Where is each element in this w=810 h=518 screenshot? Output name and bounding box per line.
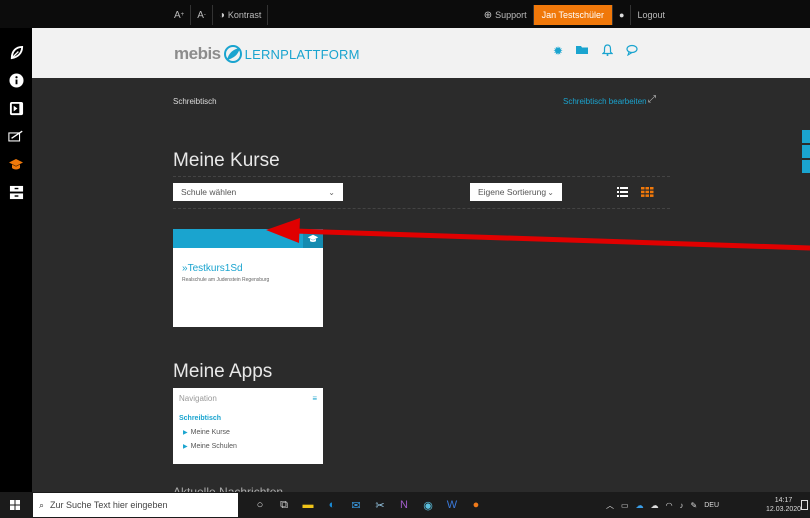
language-indicator[interactable]: DEU — [704, 502, 719, 509]
cortana-icon[interactable]: ○ — [250, 495, 270, 515]
pen-icon[interactable]: ✎ — [691, 501, 698, 510]
mail-icon[interactable]: ✉ — [346, 495, 366, 515]
clock-date: 12.03.2020 — [766, 506, 802, 513]
battery-icon[interactable]: ▭ — [621, 501, 629, 510]
wifi-icon[interactable]: ◠ — [666, 501, 673, 510]
search-icon: ⌕ — [39, 499, 45, 510]
cloud-icon[interactable]: ☁ — [651, 501, 659, 510]
clock-time: 14:17 — [774, 497, 793, 504]
system-tray: ︿ ▭ ☁ ☁ ◠ ♪ ✎ DEU — [606, 500, 719, 511]
windows-taskbar: ⌕ Zur Suche Text hier eingeben ○ ⧉ ▬ ◐ ✉… — [0, 492, 810, 518]
arrow-head — [266, 218, 300, 243]
tray-expand-icon[interactable]: ︿ — [606, 500, 614, 511]
onedrive-icon[interactable]: ☁ — [636, 501, 644, 510]
windows-start-icon[interactable] — [10, 500, 20, 510]
word-icon[interactable]: W — [442, 495, 462, 515]
volume-icon[interactable]: ♪ — [680, 501, 684, 510]
snip-icon[interactable]: ✂ — [370, 495, 390, 515]
annotation-arrow — [266, 218, 810, 251]
edge-icon[interactable]: ◐ — [322, 495, 342, 515]
taskbar-search[interactable]: ⌕ Zur Suche Text hier eingeben — [33, 493, 238, 517]
camera-icon[interactable]: ◉ — [418, 495, 438, 515]
arrow-shaft — [293, 228, 810, 251]
notification-icon[interactable] — [801, 500, 808, 510]
taskbar-clock[interactable]: 14:17 12.03.2020 — [766, 496, 801, 514]
onenote-icon[interactable]: N — [394, 495, 414, 515]
file-explorer-icon[interactable]: ▬ — [298, 495, 318, 515]
taskbar-apps: ○ ⧉ ▬ ◐ ✉ ✂ N ◉ W ● — [250, 495, 486, 515]
task-view-icon[interactable]: ⧉ — [274, 495, 294, 515]
firefox-icon[interactable]: ● — [466, 495, 486, 515]
taskbar-search-placeholder: Zur Suche Text hier eingeben — [50, 500, 168, 510]
